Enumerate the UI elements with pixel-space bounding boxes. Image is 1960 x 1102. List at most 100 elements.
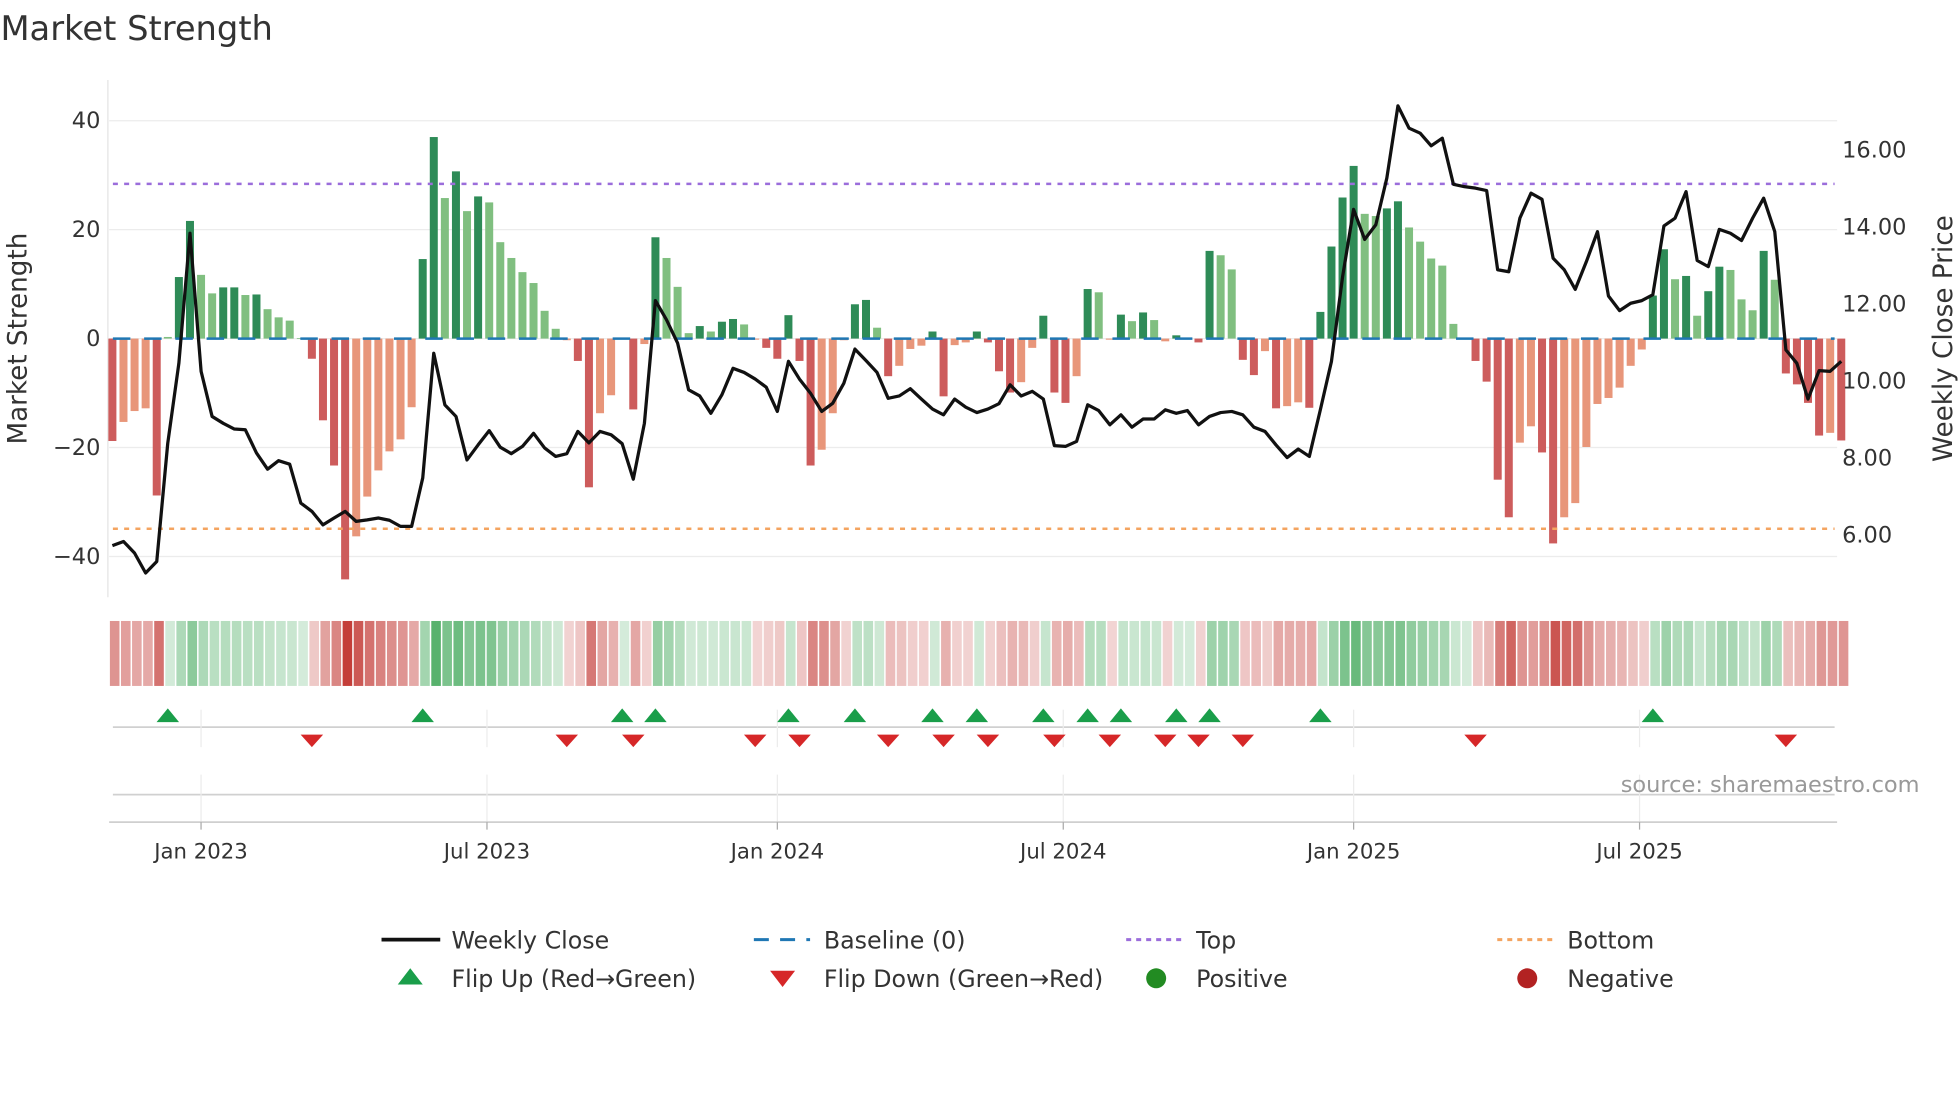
flip-up-marker	[1109, 708, 1133, 723]
strength-bar	[496, 242, 505, 339]
heat-cell	[1240, 620, 1250, 686]
heat-cell	[1340, 620, 1350, 686]
strength-bar	[507, 257, 516, 339]
strength-bar	[994, 338, 1003, 372]
strength-bar	[130, 338, 139, 412]
heat-cell	[1450, 620, 1461, 686]
heat-cell	[342, 620, 353, 686]
strength-bar	[1593, 338, 1602, 404]
strength-bar	[729, 318, 738, 339]
heat-cell	[929, 620, 940, 686]
heat-cell	[1284, 620, 1295, 686]
strength-bar	[1504, 338, 1513, 518]
legend-label: Weekly Close	[451, 926, 609, 954]
flip-up-marker	[1309, 708, 1332, 723]
strength-bar	[163, 336, 172, 339]
strength-bar	[817, 338, 826, 450]
heat-cell	[575, 620, 585, 686]
triangle-up-icon	[397, 968, 423, 985]
strength-bar	[917, 338, 926, 346]
heat-cell	[797, 620, 807, 686]
heat-cell	[996, 620, 1007, 686]
heat-cell	[1495, 620, 1505, 686]
strength-bar	[230, 287, 239, 339]
strength-bar	[252, 294, 261, 339]
heat-cell	[1794, 620, 1805, 686]
strength-bar	[1327, 246, 1336, 339]
heat-cell	[1506, 620, 1516, 686]
heat-cell	[1528, 620, 1539, 686]
y-tick-label: −20	[53, 435, 100, 461]
heat-cell	[785, 620, 796, 686]
heat-cell	[774, 620, 785, 686]
strength-bar	[341, 338, 350, 580]
strength-bar	[1449, 323, 1458, 339]
strength-bar	[1482, 338, 1491, 382]
heat-cell	[253, 620, 264, 686]
strength-bars	[108, 137, 1846, 580]
strength-bar	[1194, 338, 1203, 343]
legend-item: Flip Up (Red→Green)	[397, 965, 696, 993]
strength-bar	[1382, 208, 1391, 339]
strength-bar	[1294, 338, 1303, 403]
y2-tick-label: 16.00	[1842, 138, 1906, 164]
heat-cell	[1218, 620, 1228, 686]
heat-cell	[896, 620, 907, 686]
heat-cell	[1362, 620, 1372, 686]
heat-cell	[985, 620, 995, 686]
strength-bar	[1127, 321, 1136, 339]
flip-down-marker	[622, 734, 645, 748]
heat-cell	[1750, 620, 1760, 686]
heat-cell	[364, 620, 375, 686]
heat-cell	[1251, 620, 1261, 686]
heat-cell	[1716, 620, 1727, 686]
flip-down-marker	[1464, 734, 1487, 748]
heat-cell	[741, 620, 752, 686]
strength-bar	[1671, 279, 1680, 339]
strength-bar	[1083, 289, 1092, 339]
strength-bar	[1139, 312, 1148, 339]
heat-cell	[165, 620, 175, 686]
strength-bar	[263, 309, 272, 339]
heat-cell	[1550, 620, 1561, 686]
y2-axis-title: Weekly Close Price	[1929, 215, 1959, 462]
strength-bar	[1759, 250, 1768, 339]
heat-cell	[952, 620, 962, 686]
strength-bar	[773, 338, 782, 359]
heat-cell	[1129, 620, 1140, 686]
strength-bar	[1017, 338, 1026, 383]
heat-cell	[841, 620, 851, 686]
heat-cell	[1594, 620, 1605, 686]
x-tick-label: Jan 2025	[1305, 839, 1401, 864]
strength-bar	[1028, 338, 1037, 348]
strength-bar	[1150, 320, 1159, 339]
heat-cell	[752, 620, 763, 686]
heat-cell	[1683, 620, 1694, 686]
heat-cell	[1772, 620, 1782, 686]
heat-cell	[1062, 620, 1073, 686]
heat-cell	[1783, 620, 1793, 686]
heat-cell	[231, 620, 242, 686]
heat-cell	[1428, 620, 1439, 686]
strength-bar	[518, 272, 527, 339]
strength-bar	[1726, 269, 1735, 339]
strength-bar	[806, 338, 815, 466]
flip-down-marker	[932, 734, 955, 748]
strength-bar	[795, 338, 804, 361]
heat-cell	[1473, 620, 1483, 686]
heat-cell	[242, 620, 253, 686]
strength-bar	[363, 338, 372, 497]
y2-tick-label: 14.00	[1842, 215, 1906, 241]
flip-up-marker	[1641, 708, 1665, 723]
heat-cell	[686, 620, 696, 686]
heat-cell	[597, 620, 608, 686]
strength-bar	[540, 310, 549, 339]
circle-negative-icon	[1517, 968, 1538, 989]
flip-down-marker	[1187, 734, 1210, 748]
heat-cell	[1417, 620, 1428, 686]
strength-bar	[740, 324, 749, 339]
strength-bar	[1305, 338, 1314, 408]
strength-bar	[1704, 291, 1713, 339]
heat-cell	[730, 620, 741, 686]
strength-bar	[1648, 295, 1657, 339]
